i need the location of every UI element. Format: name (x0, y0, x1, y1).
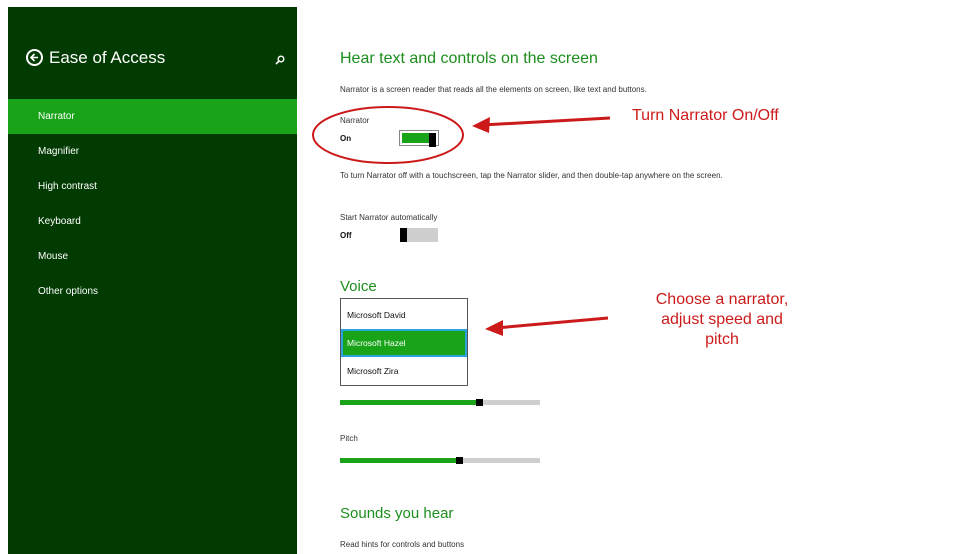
sounds-heading: Sounds you hear (340, 505, 454, 522)
read-hints-label: Read hints for controls and buttons (340, 540, 465, 549)
sidebar-item-high-contrast[interactable]: High contrast (8, 169, 297, 204)
voice-option-zira[interactable]: Microsoft Zira (341, 357, 467, 385)
sidebar-title: Ease of Access (49, 48, 166, 67)
voice-annotation-line1: Choose a narrator, (655, 291, 789, 308)
auto-start-toggle[interactable] (400, 228, 438, 242)
voice-option-david[interactable]: Microsoft David (341, 301, 467, 329)
narrator-touch-hint: To turn Narrator off with a touchscreen,… (340, 171, 723, 180)
speed-slider[interactable] (340, 399, 540, 406)
narrator-label: Narrator (340, 116, 370, 125)
sidebar-item-mouse[interactable]: Mouse (8, 239, 297, 274)
narrator-state: On (340, 134, 352, 143)
sidebar-item-magnifier[interactable]: Magnifier (8, 134, 297, 169)
narrator-annotation: Turn Narrator On/Off (632, 107, 779, 124)
sidebar-item-keyboard[interactable]: Keyboard (8, 204, 297, 239)
pitch-label: Pitch (340, 434, 358, 443)
speed-slider-fill (340, 400, 480, 405)
pitch-slider-thumb[interactable] (456, 457, 463, 464)
pitch-slider-fill (340, 458, 460, 463)
voice-annotation-line3: pitch (705, 331, 739, 348)
page-title: Hear text and controls on the screen (340, 50, 598, 67)
sidebar-nav: Narrator Magnifier High contrast Keyboar… (8, 99, 297, 309)
voice-annotation: Choose a narrator, adjust speed and pitc… (628, 290, 816, 350)
sidebar-header: Ease of Access (26, 47, 291, 73)
sidebar-item-narrator[interactable]: Narrator (8, 99, 297, 134)
voice-heading: Voice (340, 278, 377, 295)
narrator-description: Narrator is a screen reader that reads a… (340, 85, 647, 94)
sidebar: Ease of Access Narrator Magnifier High c… (8, 7, 297, 554)
pitch-slider[interactable] (340, 457, 540, 464)
main-content: Hear text and controls on the screen Nar… (340, 0, 960, 554)
auto-start-state: Off (340, 231, 352, 240)
sidebar-item-other-options[interactable]: Other options (8, 274, 297, 309)
voice-annotation-line2: adjust speed and (661, 311, 783, 328)
auto-start-label: Start Narrator automatically (340, 213, 438, 222)
voice-list[interactable]: Microsoft David Microsoft Hazel Microsof… (340, 298, 468, 386)
narrator-toggle[interactable] (399, 130, 439, 147)
back-arrow-icon[interactable] (26, 49, 43, 66)
auto-start-toggle-thumb[interactable] (400, 228, 407, 242)
search-icon[interactable] (275, 52, 285, 70)
speed-slider-thumb[interactable] (476, 399, 483, 406)
voice-option-hazel[interactable]: Microsoft Hazel (341, 329, 467, 357)
narrator-toggle-thumb[interactable] (429, 133, 436, 147)
